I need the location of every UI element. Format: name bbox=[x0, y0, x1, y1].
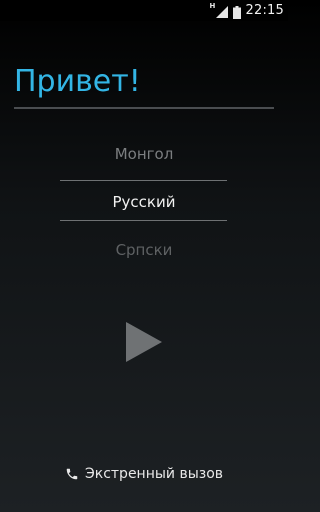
language-option-previous[interactable]: Монгол bbox=[0, 145, 288, 163]
status-icons: H 22:15 bbox=[209, 1, 284, 19]
picker-divider-bottom bbox=[60, 220, 227, 221]
battery-icon bbox=[232, 4, 241, 19]
language-option-selected[interactable]: Русский bbox=[0, 193, 288, 211]
clock: 22:15 bbox=[245, 3, 284, 18]
emergency-call-button[interactable]: Экстренный вызов bbox=[0, 466, 288, 482]
language-picker[interactable]: Монгол Русский Српски bbox=[0, 130, 288, 270]
status-bar: H 22:15 bbox=[0, 0, 288, 21]
signal-icon: H bbox=[209, 1, 228, 18]
start-button[interactable] bbox=[124, 320, 164, 364]
network-type-label: H bbox=[209, 1, 216, 10]
emergency-call-label: Экстренный вызов bbox=[84, 466, 224, 482]
picker-divider-top bbox=[60, 180, 227, 181]
language-option-next[interactable]: Српски bbox=[0, 241, 288, 259]
welcome-title: Привет! bbox=[14, 64, 141, 99]
play-icon bbox=[126, 322, 162, 362]
title-divider bbox=[14, 107, 274, 109]
phone-icon bbox=[66, 468, 78, 480]
